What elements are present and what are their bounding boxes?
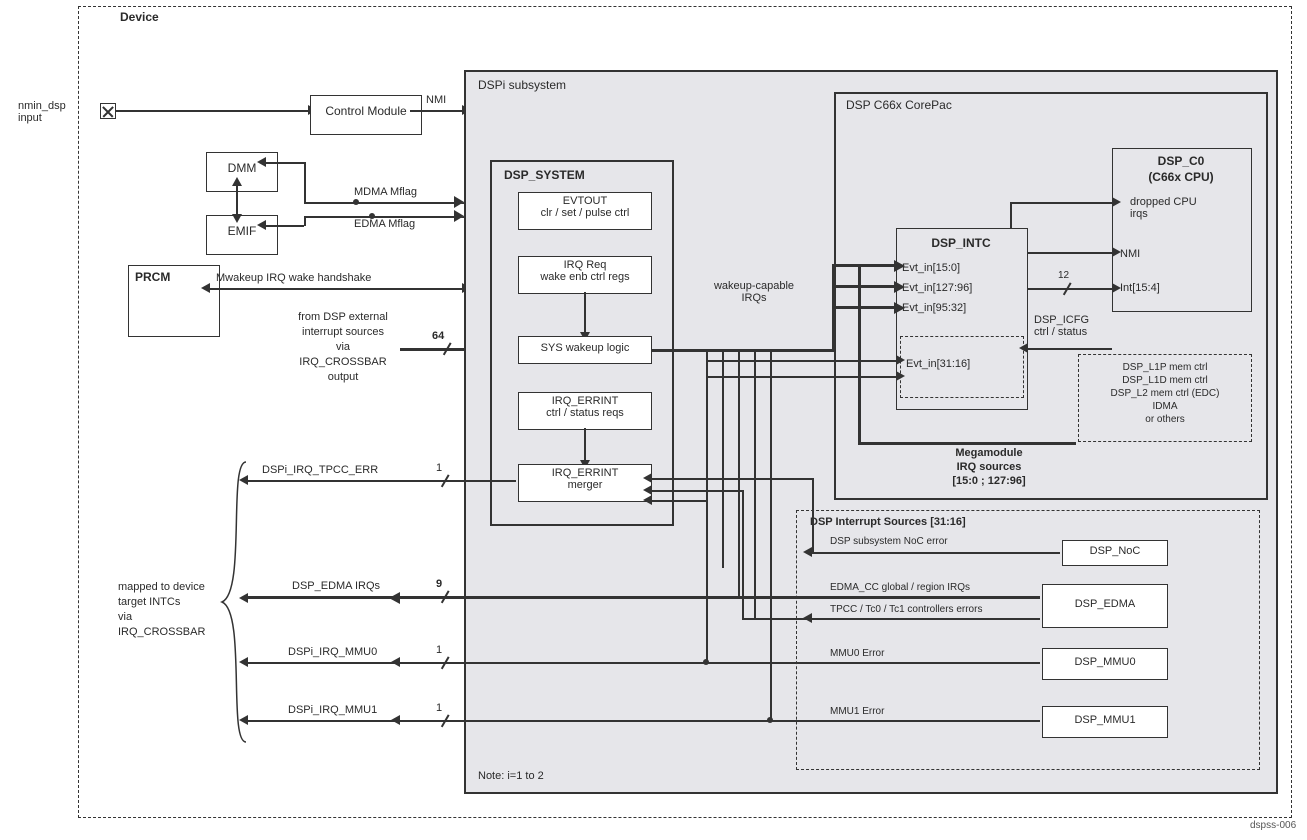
evt127-96: Evt_in[127:96] (902, 282, 972, 294)
ext-irq-l2: interrupt sources (268, 325, 418, 340)
evt31-16: Evt_in[31:16] (906, 358, 970, 370)
mm-l2: IRQ sources (924, 460, 1054, 474)
evtout-block: EVTOUT clr / set / pulse ctrl (518, 192, 652, 230)
edma-irq-out: DSP_EDMA IRQs (292, 580, 380, 592)
mmu1-out: DSPi_IRQ_MMU1 (288, 704, 377, 716)
control-module-block: Control Module (310, 95, 422, 135)
ext-irq-64: 64 (432, 330, 444, 342)
errint-merger-l1: IRQ_ERRINT (519, 467, 651, 479)
evt15-0: Evt_in[15:0] (902, 262, 960, 274)
figure-ref: dspss-006 (1250, 820, 1296, 831)
edma-global-label: EDMA_CC global / region IRQs (830, 582, 970, 593)
sources-title: DSP Interrupt Sources [31:16] (810, 516, 966, 528)
dsp-edma-block: DSP_EDMA (1042, 584, 1168, 628)
dsp-c0-nmi: NMI (1120, 248, 1140, 260)
dsp-c0-dropped: dropped CPU irqs (1130, 196, 1197, 220)
corepac-title: DSP C66x CorePac (846, 98, 952, 112)
mwakeup-label: Mwakeup IRQ wake handshake (216, 272, 371, 284)
mmu0-n: 1 (436, 644, 442, 656)
wakeup-l2: IRQs (694, 292, 814, 304)
brace-text: mapped to device target INTCs via IRQ_CR… (118, 580, 228, 640)
edma-irq-n: 9 (436, 578, 442, 590)
wakeup-l1: wakeup-capable (694, 280, 814, 292)
syswake-block: SYS wakeup logic (518, 336, 652, 364)
irqreq-block: IRQ Req wake enb ctrl regs (518, 256, 652, 294)
dsp-system-title: DSP_SYSTEM (504, 168, 585, 182)
errint-merger-block: IRQ_ERRINT merger (518, 464, 652, 502)
irqreq-l2: wake enb ctrl regs (519, 271, 651, 283)
dsp-c0-t2: (C66x CPU) (1112, 170, 1250, 184)
nmi-label: NMI (426, 94, 446, 106)
dmm-block: DMM (206, 152, 278, 192)
mmu0-out: DSPi_IRQ_MMU0 (288, 646, 377, 658)
memctrl-block: DSP_L1P mem ctrl DSP_L1D mem ctrl DSP_L2… (1078, 354, 1252, 442)
tpcc-err-out: DSPi_IRQ_TPCC_ERR (262, 464, 378, 476)
brace-l1: mapped to device (118, 580, 228, 595)
megamodule-label: Megamodule IRQ sources [15:0 ; 127:96] (924, 446, 1054, 488)
prcm-block: PRCM (128, 265, 220, 337)
evt95-32: Evt_in[95:32] (902, 302, 966, 314)
device-title: Device (120, 10, 159, 24)
dsp-intc-title: DSP_INTC (896, 236, 1026, 250)
mmu0-err-label: MMU0 Error (830, 648, 884, 659)
brace-l4: IRQ_CROSSBAR (118, 625, 228, 640)
mm-l3: [15:0 ; 127:96] (924, 474, 1054, 488)
evtout-l2: clr / set / pulse ctrl (519, 207, 651, 219)
dsp-mmu0-block: DSP_MMU0 (1042, 648, 1168, 680)
mem-l5: or others (1079, 413, 1251, 426)
tpcc-err-label: TPCC / Tc0 / Tc1 controllers errors (830, 604, 982, 615)
subsystem-title: DSPi subsystem (478, 78, 566, 92)
bus12: 12 (1058, 270, 1069, 281)
ext-irq-l1: from DSP external (268, 310, 418, 325)
noc-err-label: DSP subsystem NoC error (830, 536, 948, 547)
errint-ctrl-l1: IRQ_ERRINT (519, 395, 651, 407)
ext-irq-text: from DSP external interrupt sources via … (268, 310, 418, 385)
ext-irq-l5: output (268, 370, 418, 385)
mdma-mflag-label: MDMA Mflag (354, 186, 417, 198)
errint-ctrl-l2: ctrl / status reqs (519, 407, 651, 419)
mem-l3: DSP_L2 mem ctrl (EDC) (1079, 387, 1251, 400)
mem-l2: DSP_L1D mem ctrl (1079, 374, 1251, 387)
ext-irq-l3: via (268, 340, 418, 355)
emif-block: EMIF (206, 215, 278, 255)
mmu1-n: 1 (436, 702, 442, 714)
subsystem-note: Note: i=1 to 2 (478, 770, 544, 782)
input-port-label: nmin_dsp input (18, 100, 80, 124)
edma-mflag-label: EDMA Mflag (354, 218, 415, 230)
mmu1-err-label: MMU1 Error (830, 706, 884, 717)
errint-ctrl-block: IRQ_ERRINT ctrl / status reqs (518, 392, 652, 430)
ext-irq-l4: IRQ_CROSSBAR (268, 355, 418, 370)
mem-l4: IDMA (1079, 400, 1251, 413)
mem-l1: DSP_L1P mem ctrl (1079, 361, 1251, 374)
wakeup-irqs-label: wakeup-capable IRQs (694, 280, 814, 304)
brace-l2: target INTCs (118, 595, 228, 610)
errint-merger-l2: merger (519, 479, 651, 491)
brace-l3: via (118, 610, 228, 625)
evtout-l1: EVTOUT (519, 195, 651, 207)
mm-l1: Megamodule (924, 446, 1054, 460)
dsp-noc-block: DSP_NoC (1062, 540, 1168, 566)
diagram-root: Device nmin_dsp input Control Module NMI… (0, 0, 1307, 840)
interrupt-sources-block (796, 510, 1260, 770)
dsp-mmu1-block: DSP_MMU1 (1042, 706, 1168, 738)
irqreq-l1: IRQ Req (519, 259, 651, 271)
prcm-label: PRCM (135, 270, 170, 284)
dsp-icfg-label: DSP_ICFG ctrl / status (1034, 314, 1089, 338)
input-port-icon (100, 103, 116, 119)
tpcc-err-n: 1 (436, 462, 442, 474)
dsp-c0-t1: DSP_C0 (1112, 154, 1250, 168)
dsp-c0-int: Int[15:4] (1120, 282, 1160, 294)
